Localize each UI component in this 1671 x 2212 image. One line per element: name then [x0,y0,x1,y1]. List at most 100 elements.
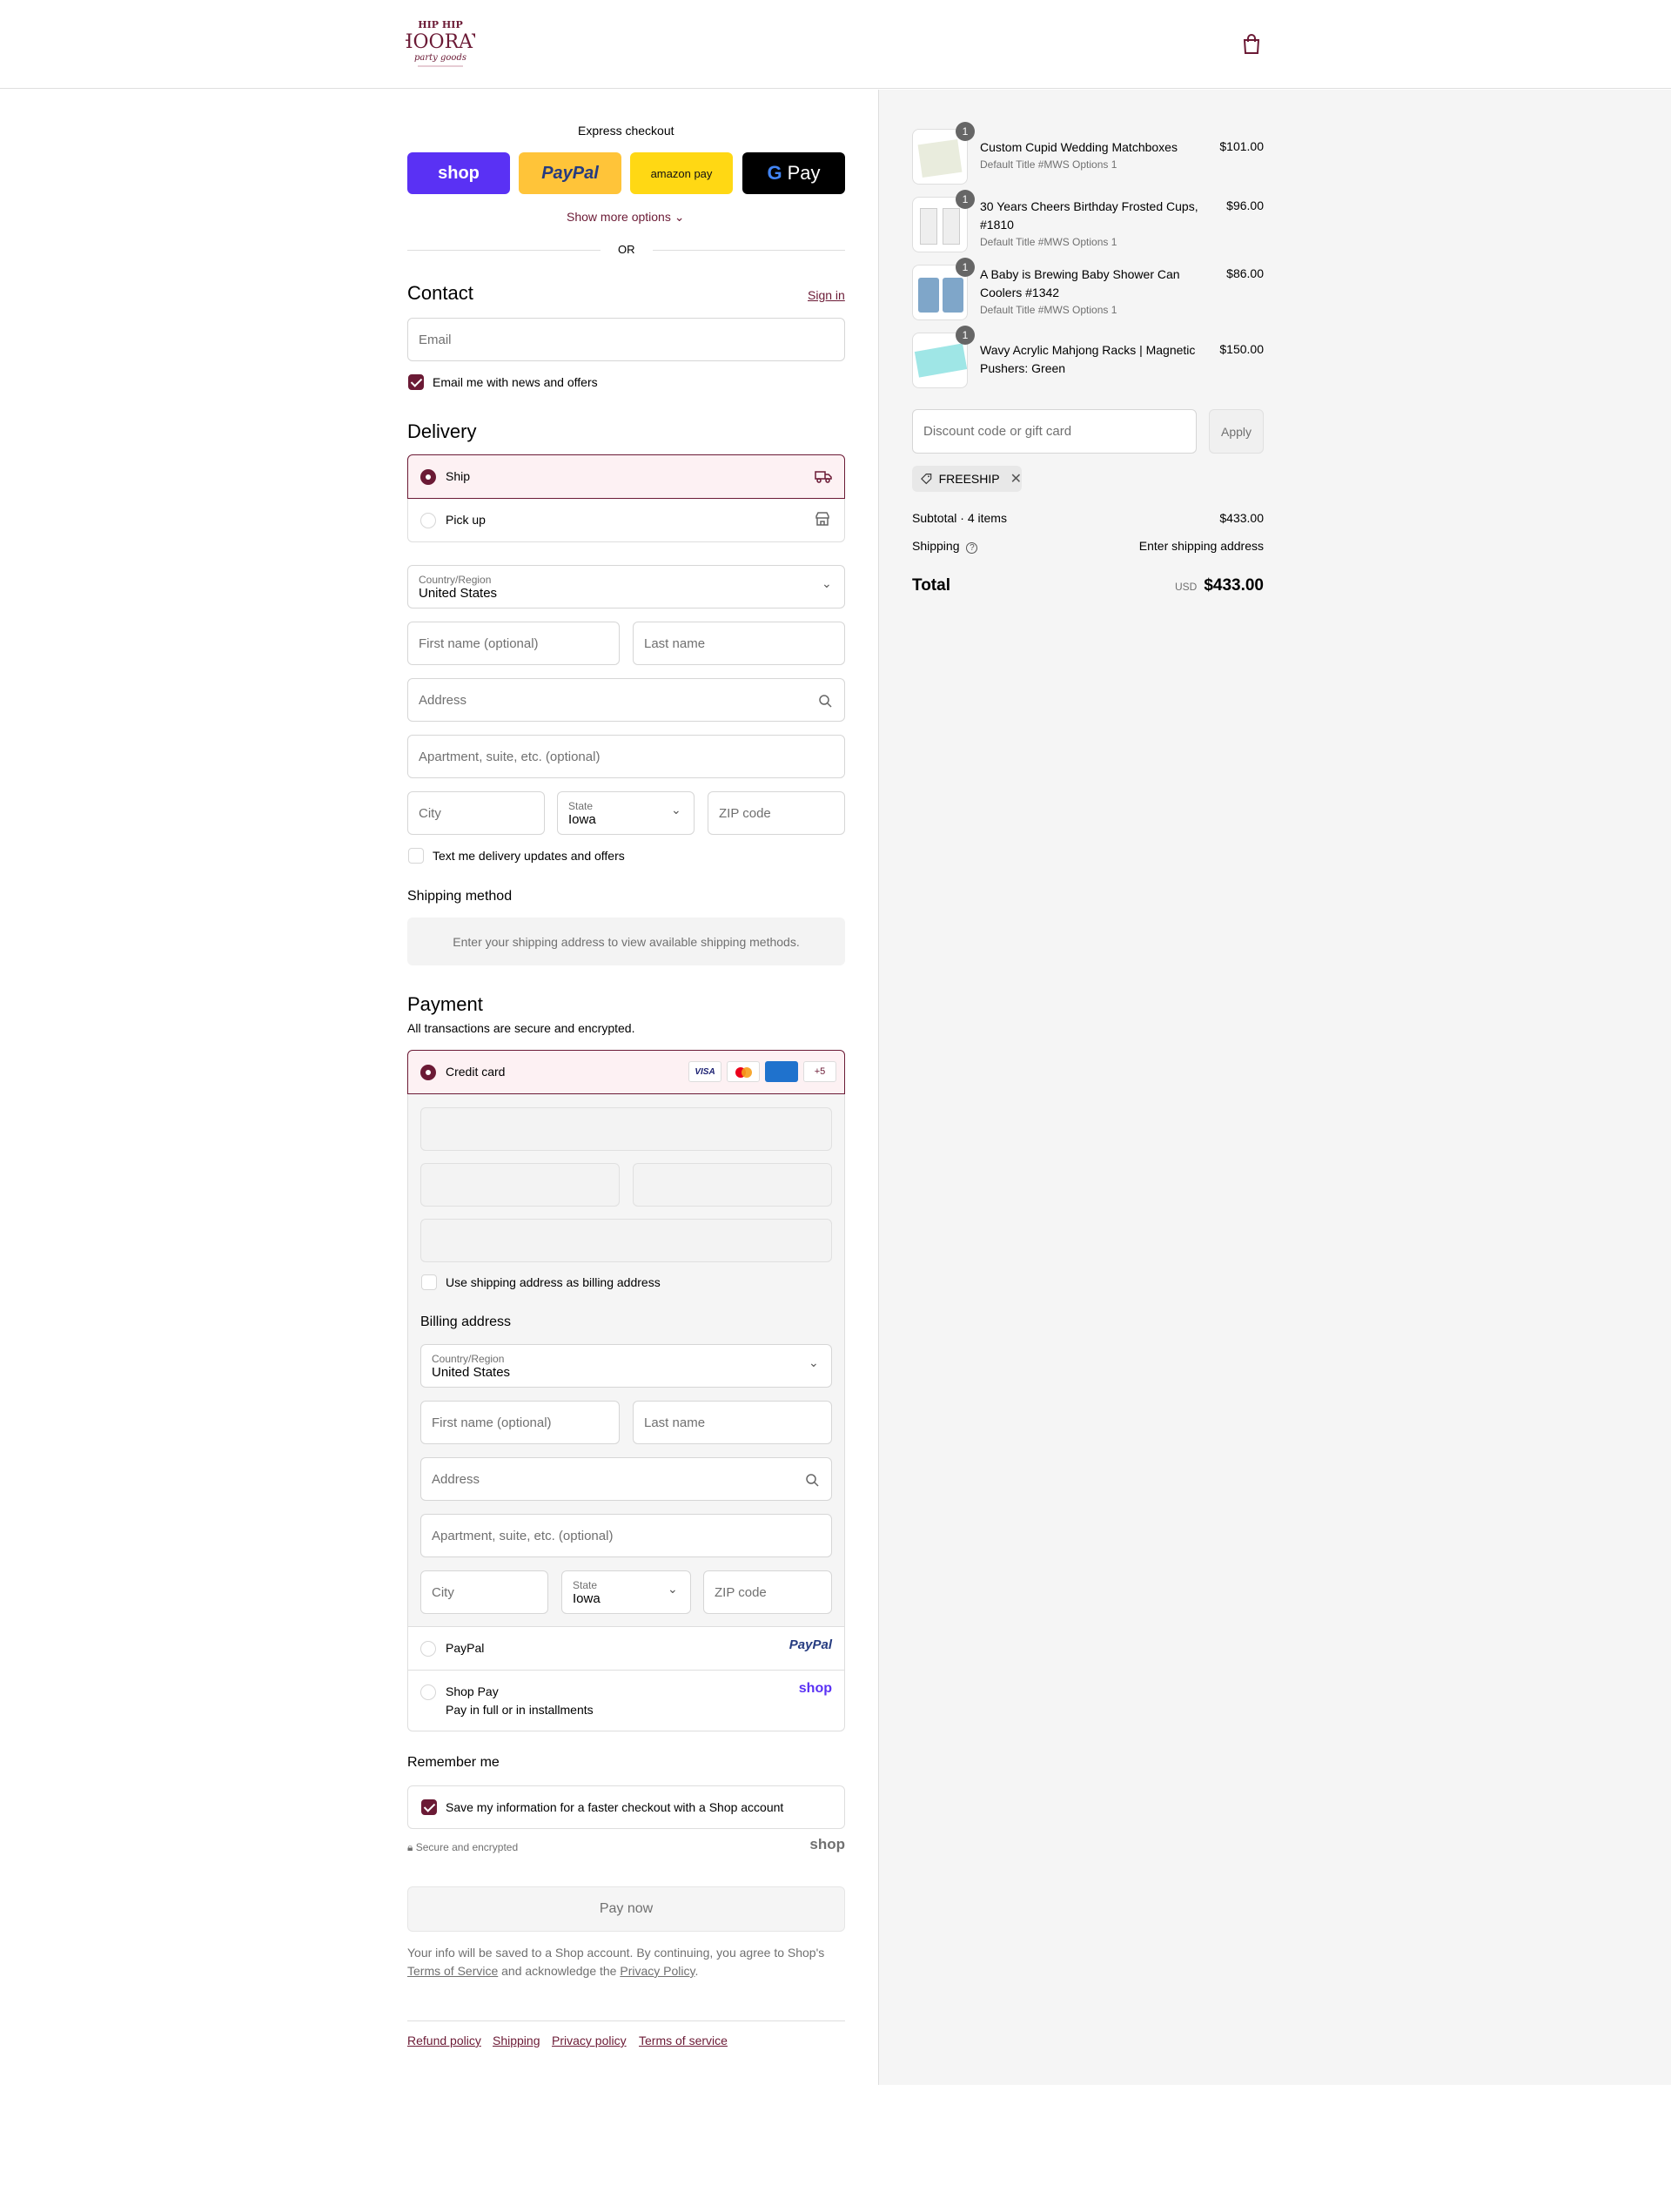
amazon-pay-logo: amazon pay [650,166,713,180]
header: HIP HIP HOORAY party goods [0,0,1671,89]
amex-icon [765,1061,798,1082]
pickup-radio[interactable] [420,513,436,528]
billing-city-field[interactable]: City [420,1570,548,1614]
save-info-checkbox[interactable] [421,1799,437,1815]
billing-apartment-field[interactable]: Apartment, suite, etc. (optional) [420,1514,832,1557]
billing-zip-field[interactable]: ZIP code [703,1570,832,1614]
ship-radio[interactable] [420,469,436,485]
shop-pay-option-label: Shop Pay [446,1684,499,1698]
store-icon [815,512,829,526]
chevron-down-icon: ⌄ [674,210,685,224]
subtotal-label: Subtotal · 4 items [912,511,1007,525]
close-icon[interactable]: ✕ [1010,470,1022,487]
last-name-field[interactable]: Last name [633,622,845,665]
lock-icon: 🔒︎ [407,1841,413,1853]
credit-card-option[interactable]: Credit card VISA +5 [407,1050,845,1094]
first-name-field[interactable]: First name (optional) [407,622,620,665]
shipping-value: Enter shipping address [1138,539,1264,553]
quantity-badge: 1 [956,190,975,209]
apartment-field[interactable]: Apartment, suite, etc. (optional) [407,735,845,778]
privacy-policy-link[interactable]: Privacy policy [552,2034,627,2047]
ship-label: Ship [446,469,471,483]
pay-now-button[interactable]: Pay now [407,1886,845,1932]
state-value: Iowa [568,811,596,827]
name-on-card-field[interactable] [420,1219,832,1262]
quantity-badge: 1 [956,122,975,141]
address-field[interactable]: Address [407,678,845,722]
product-price: $96.00 [1226,198,1264,212]
svg-text:HOORAY: HOORAY [406,31,475,53]
quantity-badge: 1 [956,326,975,345]
remember-me-box: Save my information for a faster checkou… [407,1785,845,1829]
billing-state-select[interactable]: State Iowa ⌄ [561,1570,691,1614]
shop-logo: shop [809,1836,845,1852]
billing-country-label: Country/Region [432,1352,505,1365]
shop-pay-option-sublabel: Pay in full or in installments [446,1703,594,1717]
hip-hip-hooray-logo[interactable]: HIP HIP HOORAY party goods [406,16,475,73]
email-field[interactable]: Email [407,318,845,361]
divider [653,250,845,251]
country-value: United States [419,585,498,601]
expiration-date-field[interactable] [420,1163,620,1207]
remember-me-heading: Remember me [407,1755,500,1770]
billing-address-field[interactable]: Address [420,1457,832,1501]
product-name: A Baby is Brewing Baby Shower Can Cooler… [980,267,1180,299]
shop-pay-logo: shop [438,163,480,183]
search-icon [819,695,832,708]
sign-in-link[interactable]: Sign in [808,288,845,302]
security-code-field[interactable] [633,1163,832,1207]
shop-pay-option[interactable]: Shop Pay Pay in full or in installments … [407,1671,845,1731]
refund-policy-link[interactable]: Refund policy [407,2034,481,2047]
show-more-options-link[interactable]: Show more options ⌄ [567,210,684,225]
paypal-radio[interactable] [420,1641,436,1657]
paypal-logo: PayPal [541,163,599,183]
express-checkout-title: Express checkout [578,124,674,138]
shopping-bag-icon[interactable] [1242,34,1261,55]
legal-notice: Your info will be saved to a Shop accoun… [407,1946,825,1978]
payment-heading: Payment [407,993,483,1015]
discount-code-field[interactable]: Discount code or gift card [912,409,1197,454]
tag-icon [921,474,932,485]
paypal-option-label: PayPal [446,1641,485,1655]
news-checkbox[interactable] [408,374,424,390]
billing-state-value: Iowa [573,1590,601,1606]
help-circle-icon[interactable]: ? [966,542,978,554]
shop-pay-express-button[interactable]: shop [407,152,510,194]
amazon-pay-express-button[interactable]: amazon pay [630,152,733,194]
country-select[interactable]: Country/Region United States ⌄ [407,565,845,608]
apply-discount-button[interactable]: Apply [1209,409,1264,454]
credit-card-radio[interactable] [420,1065,436,1080]
card-number-field[interactable] [420,1107,832,1151]
shop-terms-link[interactable]: Terms of Service [407,1964,498,1978]
delivery-heading: Delivery [407,420,477,442]
shop-privacy-link[interactable]: Privacy Policy [620,1964,695,1978]
more-cards-badge: +5 [803,1061,836,1082]
divider [407,2020,845,2021]
paypal-option[interactable]: PayPal PayPal [407,1627,845,1671]
delivery-option-pickup[interactable]: Pick up [407,499,845,542]
product-variant: Default Title #MWS Options 1 [980,304,1117,316]
zip-field[interactable]: ZIP code [708,791,845,835]
product-name: 30 Years Cheers Birthday Frosted Cups, #… [980,199,1198,232]
divider [407,250,601,251]
billing-address-heading: Billing address [420,1314,512,1329]
google-pay-express-button[interactable]: G Pay [742,152,845,194]
country-label: Country/Region [419,573,492,586]
billing-first-name-field[interactable]: First name (optional) [420,1401,620,1444]
shop-pay-radio[interactable] [420,1684,436,1700]
total-value: USD $433.00 [1174,576,1264,595]
billing-last-name-field[interactable]: Last name [633,1401,832,1444]
billing-country-select[interactable]: Country/Region United States ⌄ [420,1344,832,1388]
state-label: State [568,799,594,812]
discount-tag: FREESHIP ✕ [912,466,1022,492]
product-name: Custom Cupid Wedding Matchboxes [980,140,1178,154]
terms-of-service-link[interactable]: Terms of service [639,2034,728,2047]
state-select[interactable]: State Iowa ⌄ [557,791,695,835]
truck-icon [815,471,832,483]
city-field[interactable]: City [407,791,545,835]
shipping-link[interactable]: Shipping [493,2034,540,2047]
delivery-option-ship[interactable]: Ship [407,454,845,499]
sms-checkbox[interactable] [408,848,424,864]
use-shipping-checkbox[interactable] [421,1274,437,1290]
paypal-express-button[interactable]: PayPal [519,152,621,194]
